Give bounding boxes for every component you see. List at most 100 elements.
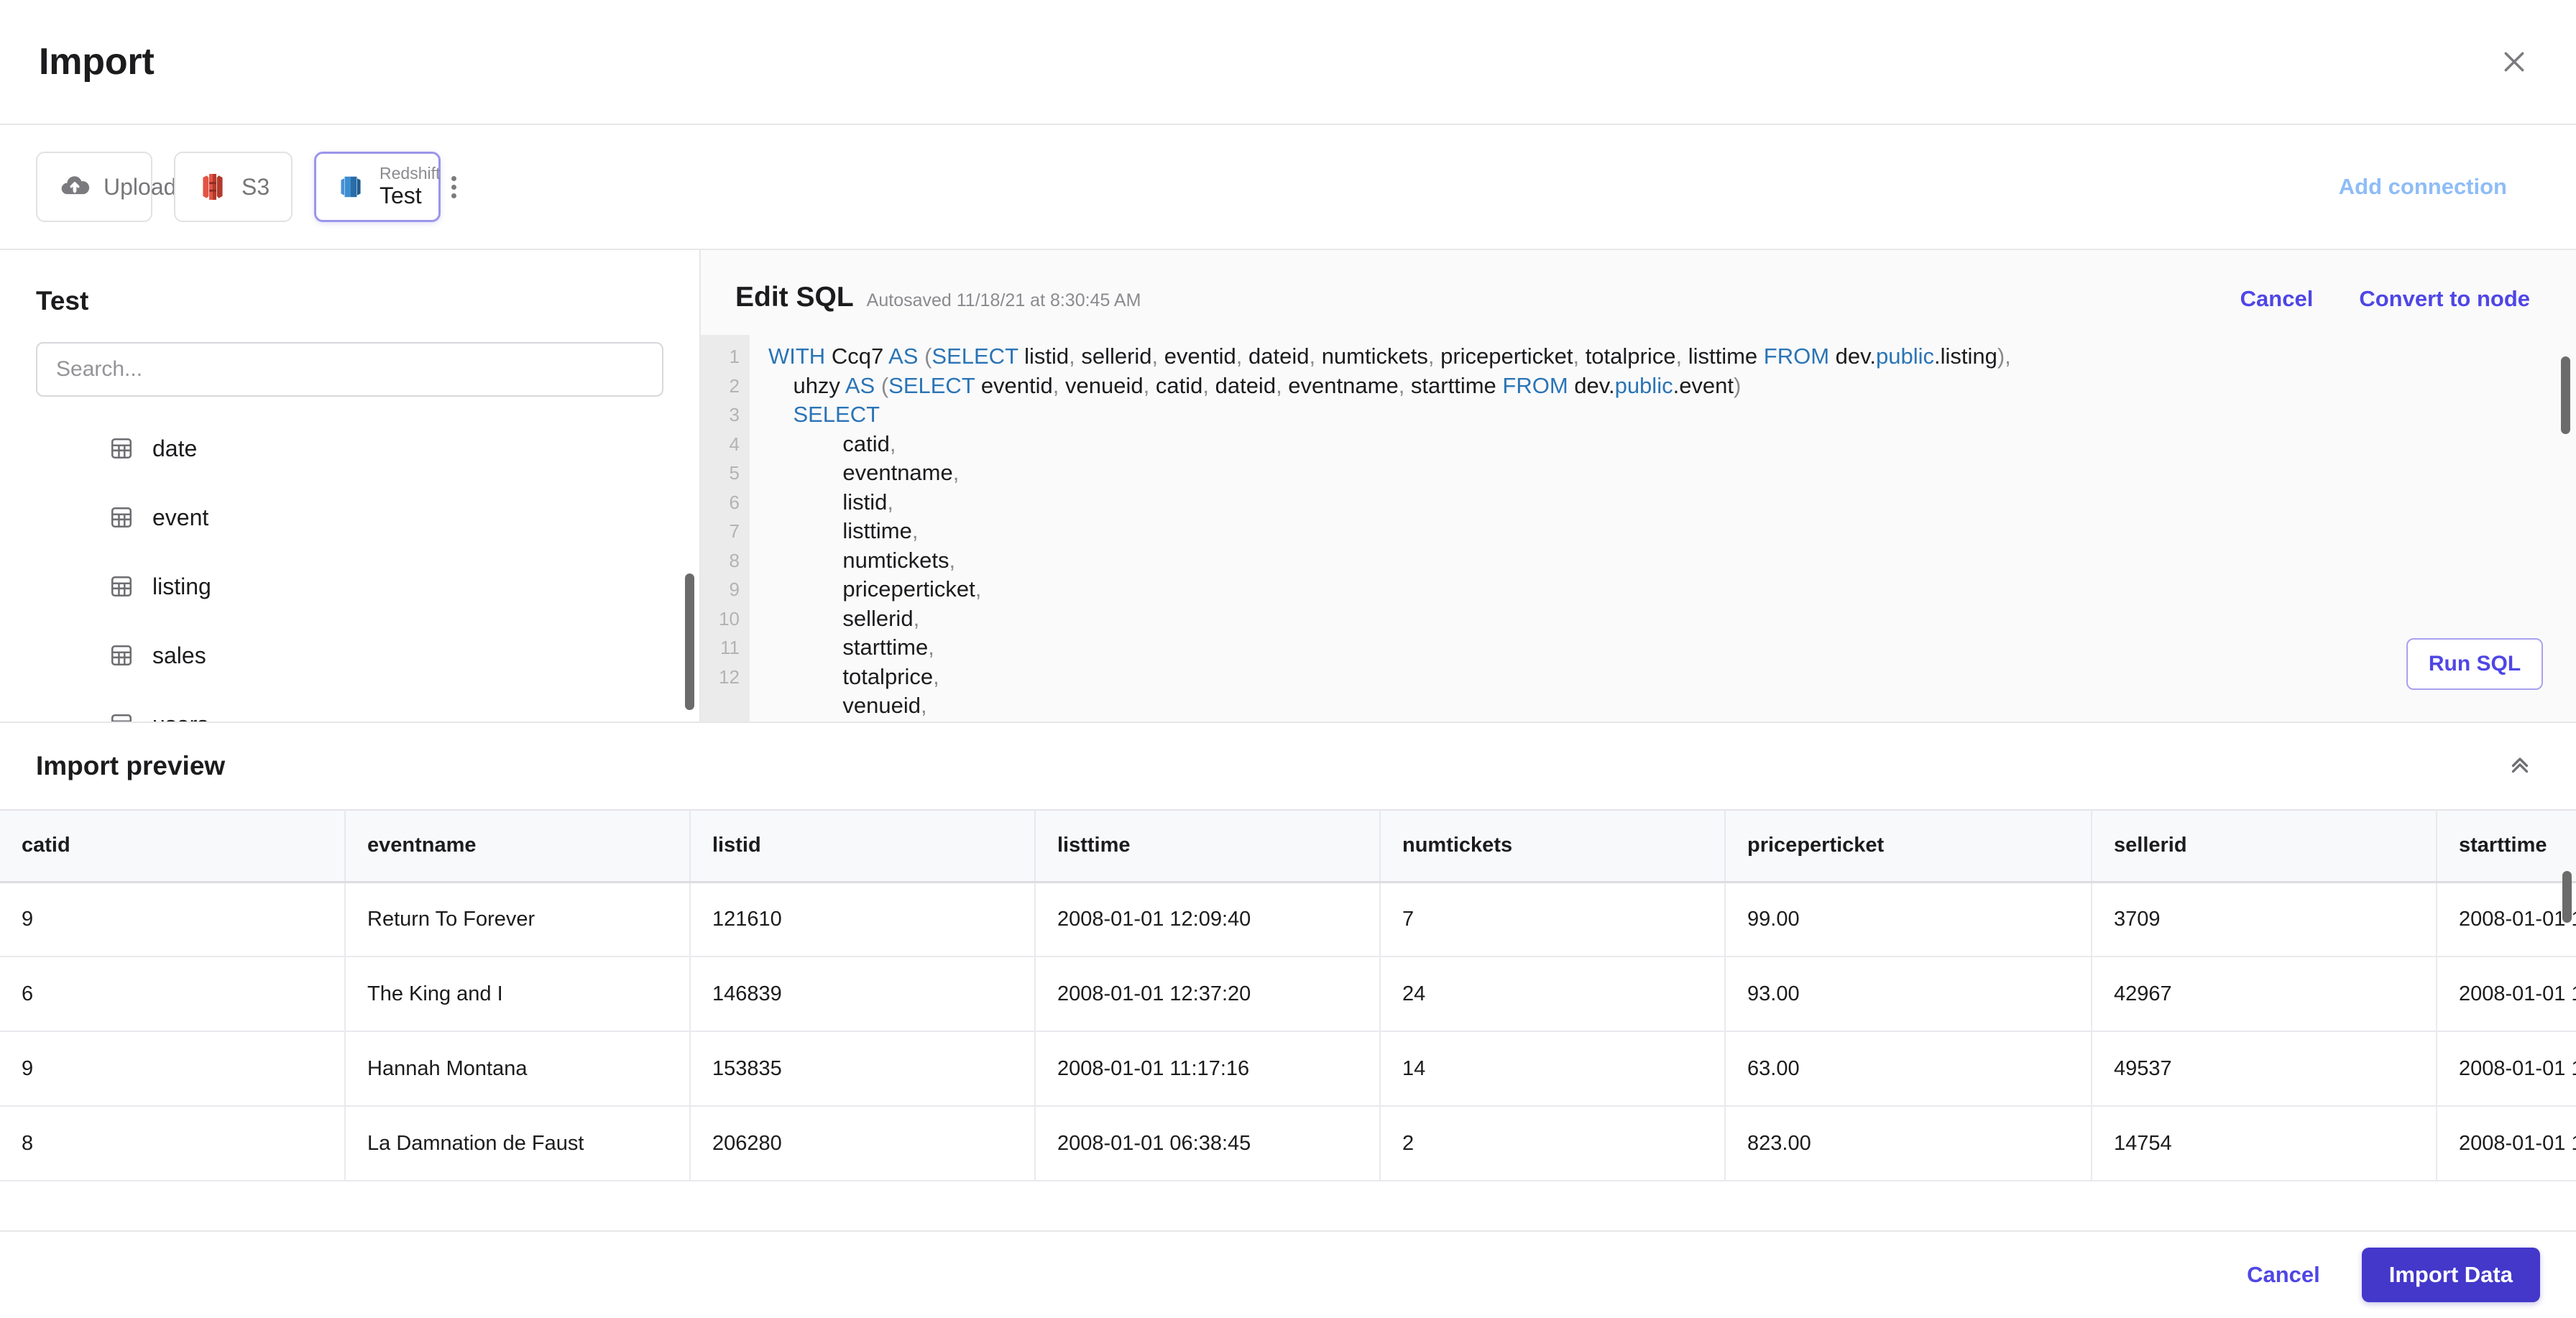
column-header-catid[interactable]: catid: [0, 809, 346, 883]
cell-numtickets: 2: [1380, 1106, 1726, 1181]
line-number: 1: [729, 346, 740, 367]
cell-catid: 8: [0, 1106, 346, 1181]
cell-eventname: La Damnation de Faust: [345, 1106, 691, 1181]
add-connection-link[interactable]: Add connection: [2339, 174, 2540, 200]
cell-listtime: 2008-01-01 11:17:16: [1035, 1031, 1381, 1107]
sql-editor-panel: Edit SQL Autosaved 11/18/21 at 8:30:45 A…: [701, 250, 2576, 722]
sql-code-area[interactable]: WITH Ccq7 AS (SELECT listid, sellerid, e…: [750, 335, 2576, 722]
close-button[interactable]: [2491, 39, 2537, 85]
table-icon: [109, 436, 134, 461]
column-header-sellerid[interactable]: sellerid: [2092, 809, 2437, 883]
sidebar-item-date[interactable]: date: [0, 414, 699, 483]
line-number: 2: [729, 374, 740, 397]
sql-line-number-gutter: 1 2 3 4 5 6 7 8 9 10 11 12: [701, 335, 750, 722]
dialog-titlebar: Import: [0, 0, 2576, 125]
sidebar-item-sales[interactable]: sales: [0, 621, 699, 690]
kebab-dot: [451, 184, 457, 190]
cell-listid: 153835: [690, 1031, 1036, 1107]
table-list: date event listing sales: [0, 397, 699, 722]
column-header-priceperticket[interactable]: priceperticket: [1725, 809, 2092, 883]
sidebar-title: Test: [36, 286, 89, 315]
collapse-preview-button[interactable]: [2500, 746, 2540, 786]
connection-tab-kind: Redshift: [380, 164, 441, 183]
cell-numtickets: 14: [1380, 1031, 1726, 1107]
table-icon: [109, 712, 134, 722]
close-icon: [2500, 47, 2529, 76]
cell-priceperticket: 63.00: [1725, 1031, 2092, 1107]
cell-sellerid: 49537: [2092, 1031, 2437, 1107]
table-header-row: catid eventname listid listtime numticke…: [0, 809, 2576, 883]
sql-cancel-button[interactable]: Cancel: [2240, 286, 2314, 312]
connection-tab-upload[interactable]: Upload: [36, 152, 176, 222]
line-number: 8: [729, 549, 740, 571]
middle-region: Test date: [0, 250, 2576, 723]
import-preview-section: Import preview catid eventname listid li: [0, 723, 2576, 1230]
column-header-starttime[interactable]: starttime: [2437, 809, 2576, 883]
sidebar-item-listing[interactable]: listing: [0, 552, 699, 621]
import-preview-header: Import preview: [0, 723, 2576, 809]
cell-numtickets: 7: [1380, 882, 1726, 957]
connection-tab-label: Upload: [104, 173, 177, 200]
cell-listid: 146839: [690, 957, 1036, 1032]
cell-priceperticket: 823.00: [1725, 1106, 2092, 1181]
connection-tab-text: Redshift Test: [380, 164, 441, 209]
import-data-button[interactable]: Import Data: [2361, 1248, 2540, 1302]
import-dialog: Import Upload S3 Redshift Test Add conne…: [0, 0, 2576, 1318]
sidebar-item-users[interactable]: users: [0, 690, 699, 722]
connection-tab-name: Test: [380, 182, 422, 208]
sql-autosave-status: Autosaved 11/18/21 at 8:30:45 AM: [866, 290, 1141, 310]
sidebar-item-label: users: [152, 711, 208, 722]
connection-options-button[interactable]: [451, 175, 457, 198]
cell-sellerid: 42967: [2092, 957, 2437, 1032]
search-input[interactable]: [36, 342, 663, 397]
line-number: 9: [729, 579, 740, 600]
preview-table-scrollbar[interactable]: [2562, 871, 2572, 923]
line-number: 11: [720, 637, 740, 658]
table-icon: [109, 643, 134, 668]
cell-starttime: 2008-01-01 1: [2437, 957, 2576, 1032]
sql-editor-scrollbar[interactable]: [2561, 356, 2570, 434]
sidebar-item-label: date: [152, 435, 198, 461]
connection-tab-redshift-test[interactable]: Redshift Test: [314, 152, 457, 222]
cell-listtime: 2008-01-01 06:38:45: [1035, 1106, 1381, 1181]
cell-sellerid: 14754: [2092, 1106, 2437, 1181]
line-number: 4: [729, 433, 740, 455]
cell-eventname: The King and I: [345, 957, 691, 1032]
table-row: 6 The King and I 146839 2008-01-01 12:37…: [0, 957, 2576, 1032]
page-title: Import: [39, 41, 155, 83]
tables-sidebar: Test date: [0, 250, 701, 722]
sql-editor-body: 1 2 3 4 5 6 7 8 9 10 11 12 WITH Ccq7 AS …: [701, 335, 2576, 722]
cell-starttime: 2008-01-01 1: [2437, 1106, 2576, 1181]
column-header-numtickets[interactable]: numtickets: [1380, 809, 1726, 883]
sql-editor-title: Edit SQL: [735, 282, 854, 313]
cell-catid: 9: [0, 882, 346, 957]
cell-starttime: 2008-01-01 1: [2437, 882, 2576, 957]
cell-sellerid: 3709: [2092, 882, 2437, 957]
cancel-button[interactable]: Cancel: [2247, 1262, 2320, 1288]
cell-listtime: 2008-01-01 12:09:40: [1035, 882, 1381, 957]
cell-listid: 121610: [690, 882, 1036, 957]
sidebar-item-event[interactable]: event: [0, 483, 699, 552]
run-sql-button[interactable]: Run SQL: [2406, 638, 2543, 690]
cell-listtime: 2008-01-01 12:37:20: [1035, 957, 1381, 1032]
line-number: 3: [729, 404, 740, 425]
line-number: 5: [729, 462, 740, 484]
aws-s3-icon: [197, 171, 229, 203]
column-header-listid[interactable]: listid: [690, 809, 1036, 883]
cell-catid: 9: [0, 1031, 346, 1107]
search-wrapper: [0, 316, 699, 397]
cell-eventname: Return To Forever: [345, 882, 691, 957]
column-header-eventname[interactable]: eventname: [345, 809, 691, 883]
preview-table-scroll[interactable]: catid eventname listid listtime numticke…: [0, 809, 2576, 1230]
table-row: 8 La Damnation de Faust 206280 2008-01-0…: [0, 1106, 2576, 1181]
sidebar-scrollbar[interactable]: [685, 573, 694, 710]
preview-table-head: catid eventname listid listtime numticke…: [0, 809, 2576, 883]
table-icon: [109, 574, 134, 599]
aws-redshift-icon: [335, 171, 367, 203]
convert-to-node-button[interactable]: Convert to node: [2359, 286, 2530, 312]
connection-tab-s3[interactable]: S3: [174, 152, 293, 222]
table-icon: [109, 505, 134, 530]
cell-listid: 206280: [690, 1106, 1036, 1181]
column-header-listtime[interactable]: listtime: [1035, 809, 1381, 883]
dialog-footer: Cancel Import Data: [0, 1230, 2576, 1318]
